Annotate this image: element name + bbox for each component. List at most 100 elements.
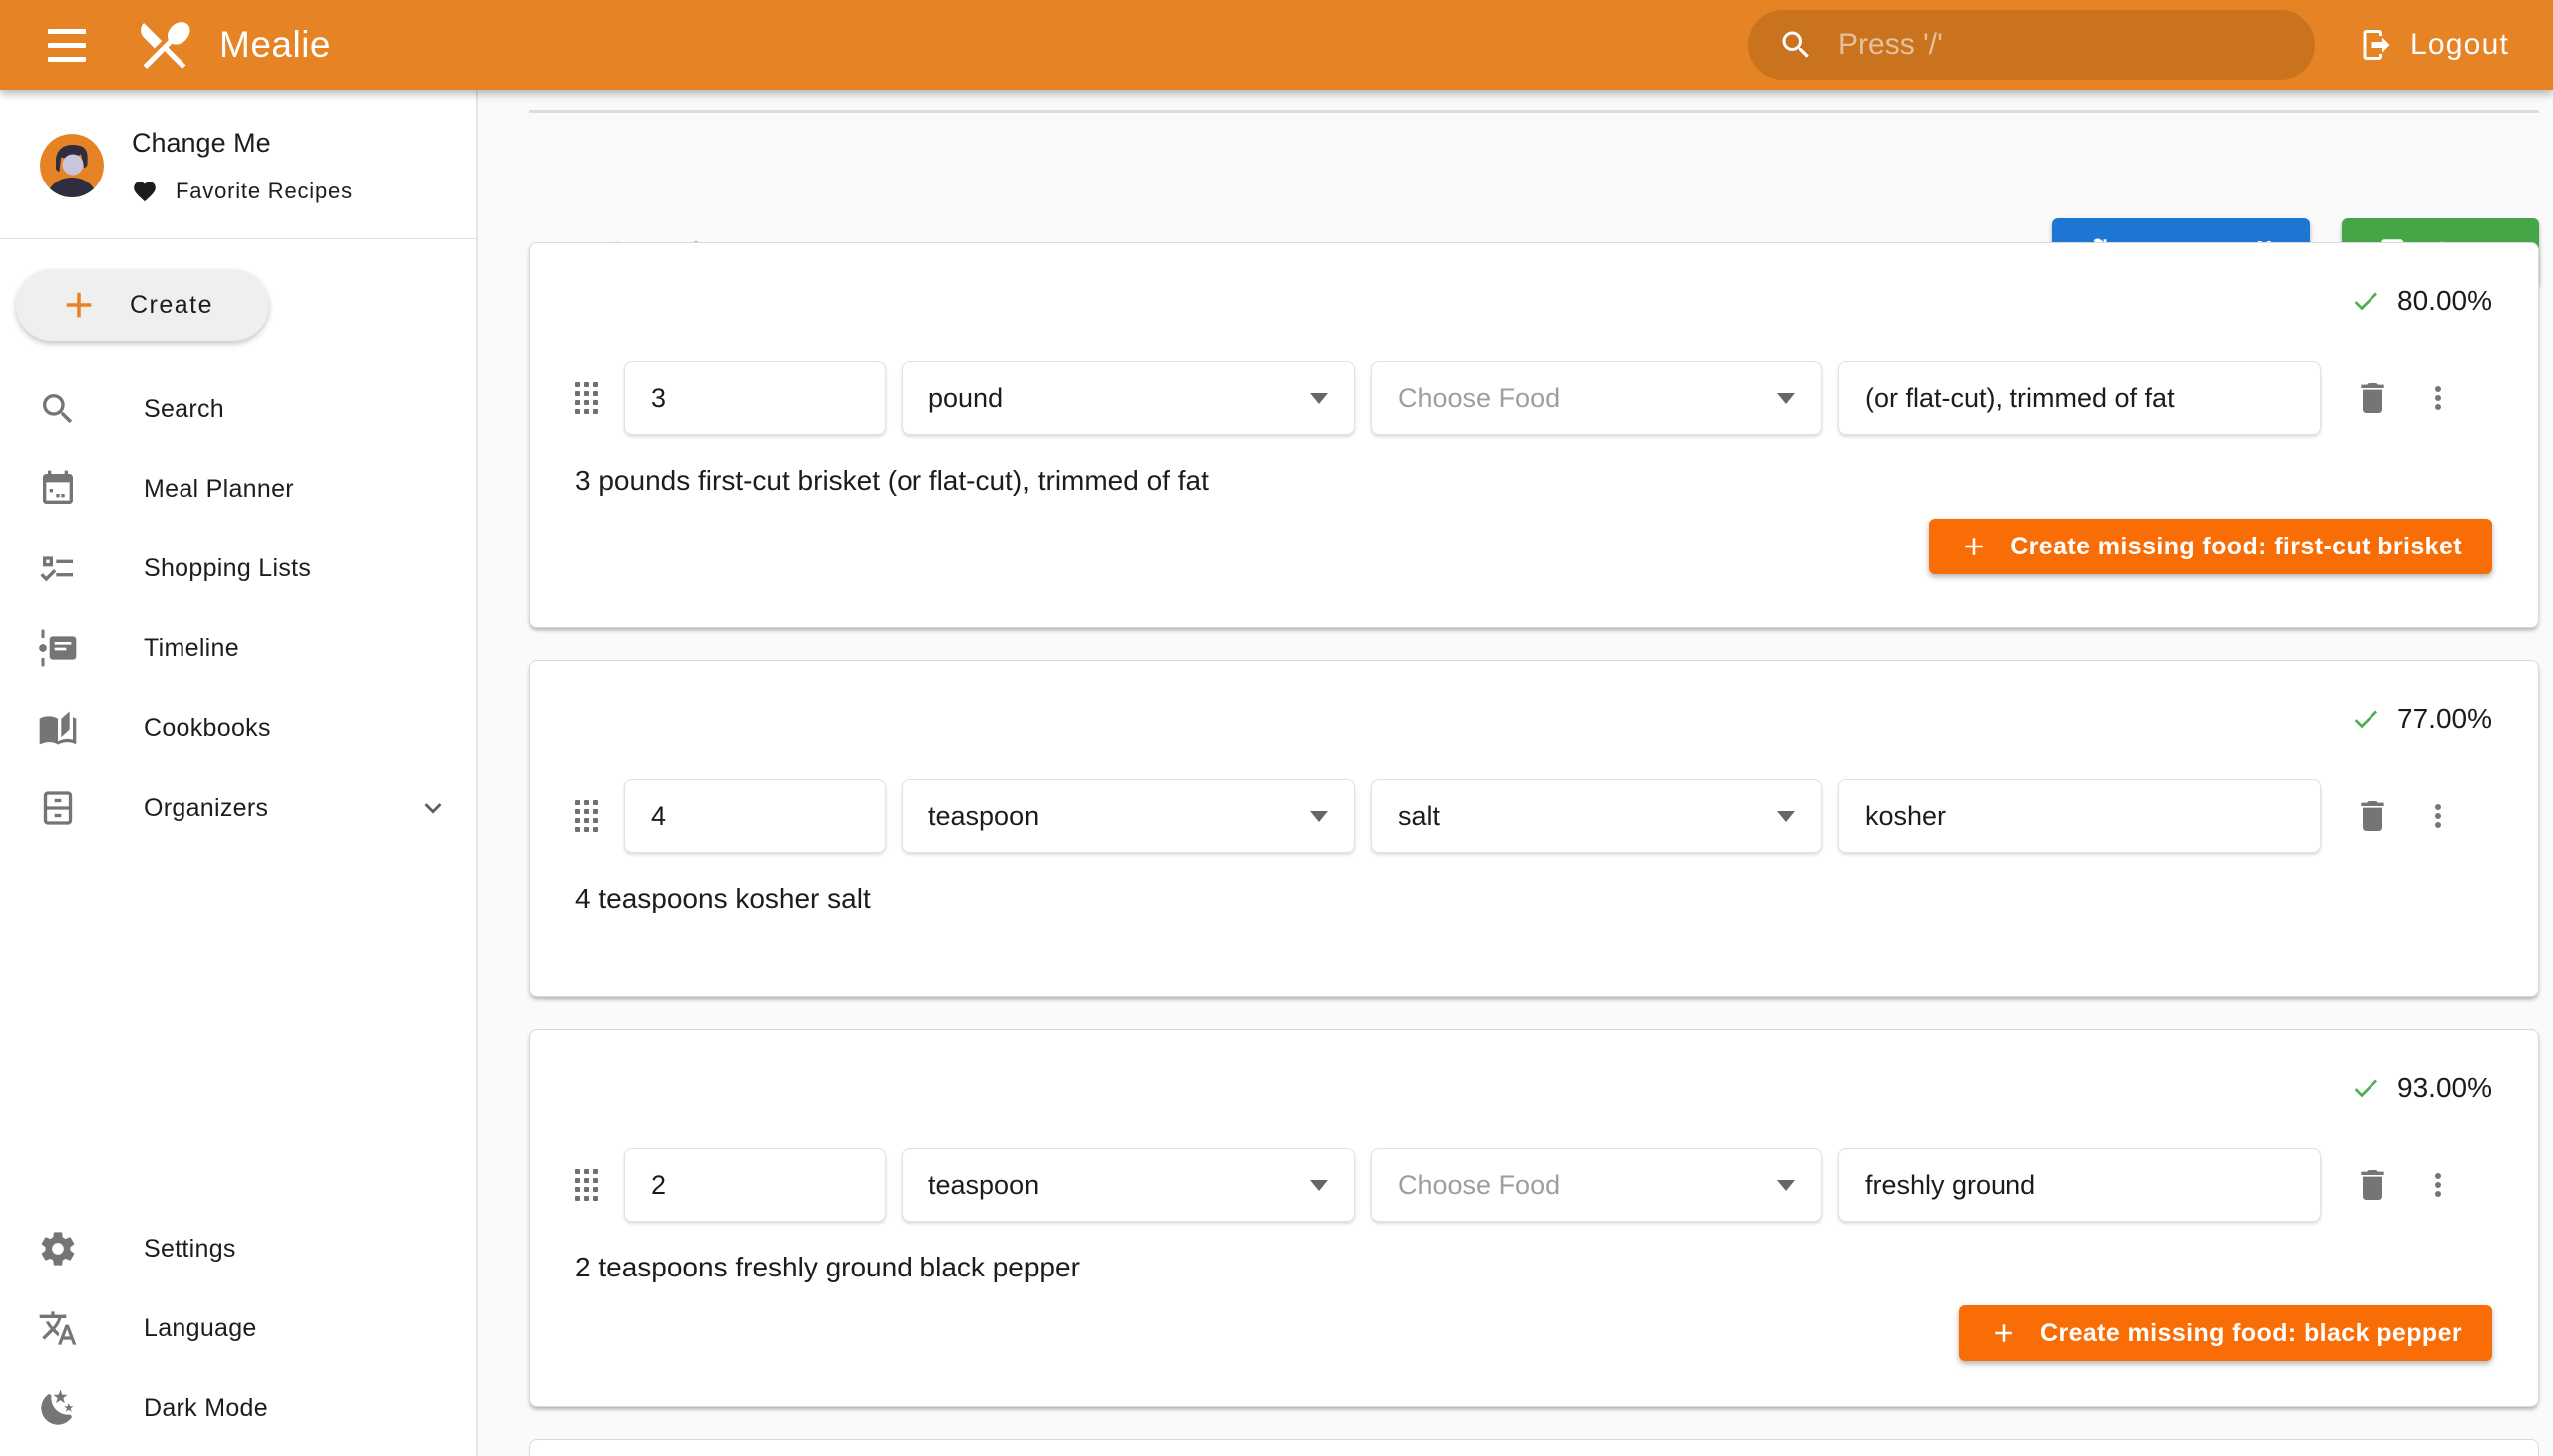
scrolled-card-edge: [529, 110, 2539, 113]
logout-icon: [2359, 27, 2394, 63]
sidebar-item-cookbooks[interactable]: Cookbooks: [0, 688, 476, 768]
hamburger-menu-icon[interactable]: [38, 19, 96, 72]
delete-ingredient-button[interactable]: [2353, 1165, 2392, 1205]
sidebar-nav: Search Meal Planner Shopping Lists Timel…: [0, 369, 476, 848]
ingredient-menu-button[interactable]: [2420, 1167, 2456, 1203]
dropdown-caret-icon: [1777, 1180, 1795, 1191]
food-select[interactable]: [1371, 779, 1822, 853]
magnify-icon: [38, 389, 78, 429]
plus-icon: [1989, 1318, 2018, 1348]
food-input[interactable]: [1372, 801, 1821, 832]
confidence-row: 93.00%: [575, 1072, 2492, 1104]
unit-input[interactable]: [903, 383, 1354, 414]
food-input[interactable]: [1372, 383, 1821, 414]
quantity-field[interactable]: [624, 361, 886, 435]
create-missing-food-button[interactable]: Create missing food: first-cut brisket: [1929, 519, 2492, 574]
logout-button[interactable]: Logout: [2345, 17, 2523, 73]
sidebar-item-meal-planner[interactable]: Meal Planner: [0, 449, 476, 529]
drag-handle-icon[interactable]: [575, 1169, 598, 1201]
sidebar-item-label: Language: [144, 1314, 257, 1343]
search-icon: [1778, 27, 1814, 63]
drag-handle-icon[interactable]: [575, 382, 598, 414]
sidebar-item-settings[interactable]: Settings: [0, 1209, 476, 1288]
quantity-field[interactable]: [624, 779, 886, 853]
sidebar-item-label: Cookbooks: [144, 714, 271, 743]
global-search[interactable]: [1748, 10, 2315, 80]
search-input[interactable]: [1838, 28, 2285, 62]
ingredient-card: 77.00% 4 teaspoons kosher salt: [529, 660, 2539, 997]
missing-food-row: Create missing food: first-cut brisket: [575, 519, 2492, 574]
original-ingredient-text: 4 teaspoons kosher salt: [575, 883, 2492, 914]
timeline-icon: [38, 628, 78, 668]
mealie-silverware-logo-icon: [134, 14, 195, 76]
sidebar-item-label: Organizers: [144, 794, 268, 823]
create-label: Create: [130, 291, 213, 320]
confidence-row: 77.00%: [575, 703, 2492, 735]
sidebar-item-label: Search: [144, 395, 224, 424]
ingredient-menu-button[interactable]: [2420, 798, 2456, 834]
translate-icon: [38, 1308, 78, 1348]
drag-handle-icon[interactable]: [575, 800, 598, 832]
food-select[interactable]: [1371, 361, 1822, 435]
confidence-row: 80.00%: [575, 285, 2492, 317]
create-button[interactable]: Create: [16, 269, 269, 341]
food-select[interactable]: [1371, 1148, 1822, 1222]
sidebar-item-search[interactable]: Search: [0, 369, 476, 449]
sidebar-item-label: Dark Mode: [144, 1394, 268, 1423]
quantity-input[interactable]: [625, 1170, 885, 1201]
favorite-recipes-link[interactable]: Favorite Recipes: [132, 179, 353, 204]
note-input[interactable]: [1839, 1170, 2320, 1201]
create-missing-food-button[interactable]: Create missing food: black pepper: [1959, 1305, 2492, 1361]
note-field[interactable]: [1838, 779, 2321, 853]
avatar: [40, 134, 104, 197]
check-icon: [2350, 703, 2381, 735]
chevron-down-icon[interactable]: [416, 791, 450, 825]
note-field[interactable]: [1838, 361, 2321, 435]
check-icon: [2350, 285, 2381, 317]
ingredient-card: 93.00% 2 teaspoons freshly ground black …: [529, 1029, 2539, 1407]
missing-food-row: Create missing food: black pepper: [575, 1305, 2492, 1361]
sidebar-item-label: Shopping Lists: [144, 554, 311, 583]
sidebar-item-dark-mode[interactable]: Dark Mode: [0, 1368, 476, 1448]
sidebar-item-language[interactable]: Language: [0, 1288, 476, 1368]
note-field[interactable]: [1838, 1148, 2321, 1222]
quantity-field[interactable]: [624, 1148, 886, 1222]
food-input[interactable]: [1372, 1170, 1821, 1201]
ingredient-card-partial: [529, 1439, 2539, 1456]
ingredient-menu-button[interactable]: [2420, 380, 2456, 416]
sidebar-item-shopping-lists[interactable]: Shopping Lists: [0, 529, 476, 608]
quantity-input[interactable]: [625, 383, 885, 414]
create-missing-food-label: Create missing food: black pepper: [2040, 1319, 2462, 1348]
ingredient-fields-row: [575, 779, 2492, 853]
dropdown-caret-icon: [1310, 393, 1328, 404]
trash-icon: [2353, 378, 2392, 418]
gear-icon: [38, 1229, 78, 1269]
trash-icon: [2353, 796, 2392, 836]
dropdown-caret-icon: [1310, 1180, 1328, 1191]
note-input[interactable]: [1839, 383, 2320, 414]
sidebar-item-label: Timeline: [144, 634, 239, 663]
delete-ingredient-button[interactable]: [2353, 378, 2392, 418]
logout-label: Logout: [2410, 28, 2509, 62]
unit-select[interactable]: [902, 1148, 1355, 1222]
user-block[interactable]: Change Me Favorite Recipes: [0, 90, 476, 204]
ingredient-fields-row: [575, 1148, 2492, 1222]
sidebar-item-label: Settings: [144, 1235, 236, 1264]
sidebar-item-timeline[interactable]: Timeline: [0, 608, 476, 688]
sidebar-item-label: Meal Planner: [144, 475, 294, 504]
unit-input[interactable]: [903, 801, 1354, 832]
ingredient-cards: 80.00% 3 pounds first-cut brisket (or fl…: [529, 242, 2539, 1456]
main-content: Cancel Parse All Save 80.00%: [480, 90, 2553, 1456]
unit-select[interactable]: [902, 779, 1355, 853]
note-input[interactable]: [1839, 801, 2320, 832]
sidebar: Change Me Favorite Recipes Create Search…: [0, 90, 478, 1456]
trash-icon: [2353, 1165, 2392, 1205]
sidebar-footer-nav: Settings Language Dark Mode: [0, 1209, 476, 1448]
delete-ingredient-button[interactable]: [2353, 796, 2392, 836]
book-open-icon: [38, 708, 78, 748]
kebab-icon: [2420, 380, 2456, 416]
unit-select[interactable]: [902, 361, 1355, 435]
quantity-input[interactable]: [625, 801, 885, 832]
unit-input[interactable]: [903, 1170, 1354, 1201]
sidebar-item-organizers[interactable]: Organizers: [0, 768, 476, 848]
